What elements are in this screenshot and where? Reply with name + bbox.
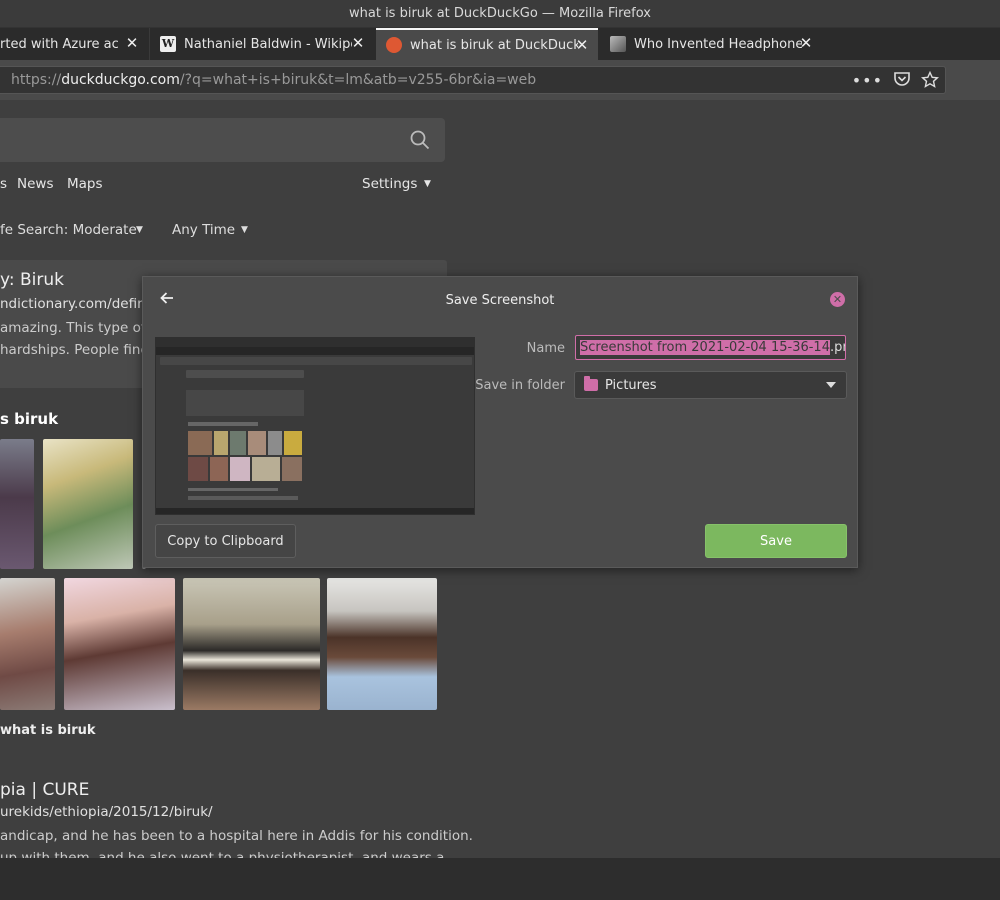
filename-extension: .png xyxy=(829,340,845,355)
url-prefix: https:// xyxy=(11,72,62,88)
star-icon[interactable] xyxy=(920,70,940,93)
taskbar xyxy=(0,858,1000,900)
image-thumbnail[interactable] xyxy=(183,578,320,710)
pictures-folder-icon xyxy=(584,376,598,391)
tab-close-icon[interactable]: ✕ xyxy=(798,35,814,51)
safe-search-filter[interactable]: fe Search: Moderate xyxy=(0,222,137,238)
tab-headphones[interactable]: Who Invented Headphones ✕ xyxy=(600,28,822,60)
dialog-header: Save Screenshot ✕ xyxy=(143,277,857,323)
headphones-site-icon xyxy=(610,36,626,52)
pocket-icon[interactable] xyxy=(893,71,911,93)
result-title[interactable]: pia | CURE xyxy=(0,780,89,800)
tab-label: what is biruk at DuckDuckG xyxy=(410,37,578,53)
folder-select[interactable]: Pictures xyxy=(574,371,847,399)
navigation-bar: https://duckduckgo.com/?q=what+is+biruk&… xyxy=(0,60,1000,100)
folder-select-value: Pictures xyxy=(605,378,657,393)
filename-field[interactable]: Screenshot from 2021-02-04 15-36-14.png xyxy=(575,335,846,360)
more-icon[interactable]: ••• xyxy=(852,71,883,93)
result-title[interactable]: y: Biruk xyxy=(0,270,64,290)
tab-duckduckgo[interactable]: what is biruk at DuckDuckG ✕ xyxy=(376,28,598,60)
tab-bar: rted with Azure acco ✕ W Nathaniel Baldw… xyxy=(0,28,1000,81)
image-thumbnail[interactable] xyxy=(0,578,55,710)
save-button[interactable]: Save xyxy=(705,524,847,558)
tab-azure[interactable]: rted with Azure acco ✕ xyxy=(0,28,148,60)
dialog-title: Save Screenshot xyxy=(445,293,555,308)
save-in-folder-label: Save in folder xyxy=(475,378,565,393)
time-filter[interactable]: Any Time xyxy=(172,222,235,238)
images-heading[interactable]: s biruk xyxy=(0,410,58,428)
save-screenshot-dialog: Save Screenshot ✕ Name Screenshot from 2… xyxy=(142,276,858,568)
url-host: duckduckgo.com xyxy=(61,72,180,88)
chevron-down-icon: ▼ xyxy=(424,179,431,189)
result-snippet: amazing. This type of p xyxy=(0,320,159,336)
result-url[interactable]: urekids/ethiopia/2015/12/biruk/ xyxy=(0,804,213,820)
search-input[interactable] xyxy=(0,118,445,162)
tab-close-icon[interactable]: ✕ xyxy=(124,35,140,51)
more-images-link[interactable]: what is biruk xyxy=(0,723,96,738)
chevron-down-icon xyxy=(826,382,836,388)
nav-item-news[interactable]: News xyxy=(17,176,53,192)
nav-item-settings[interactable]: Settings xyxy=(362,176,417,192)
result-snippet: andicap, and he has been to a hospital h… xyxy=(0,828,473,844)
chevron-down-icon: ▼ xyxy=(136,225,143,235)
duckduckgo-icon xyxy=(386,37,402,53)
url-bar[interactable]: https://duckduckgo.com/?q=what+is+biruk&… xyxy=(0,66,946,94)
tab-wikipedia[interactable]: W Nathaniel Baldwin - Wikipe ✕ xyxy=(149,28,374,60)
close-icon[interactable]: ✕ xyxy=(830,292,845,307)
tab-close-icon[interactable]: ✕ xyxy=(574,37,590,53)
image-thumbnail[interactable] xyxy=(327,578,437,710)
image-thumbnail[interactable] xyxy=(64,578,175,710)
result-snippet: hardships. People finc xyxy=(0,342,148,358)
window-title: what is biruk at DuckDuckGo — Mozilla Fi… xyxy=(0,0,1000,28)
copy-to-clipboard-button[interactable]: Copy to Clipboard xyxy=(155,524,296,558)
tab-label: rted with Azure acco xyxy=(0,36,118,52)
nav-item-maps[interactable]: Maps xyxy=(67,176,103,192)
image-thumbnail[interactable] xyxy=(0,439,34,569)
result-url[interactable]: ndictionary.com/define. xyxy=(0,296,158,312)
image-thumbnail[interactable] xyxy=(43,439,133,569)
tab-close-icon[interactable]: ✕ xyxy=(350,35,366,51)
nav-item-cut[interactable]: s xyxy=(0,176,7,192)
filename-selected-text: Screenshot from 2021-02-04 15-36-14 xyxy=(580,340,830,355)
url-text: https://duckduckgo.com/?q=what+is+biruk&… xyxy=(11,72,536,88)
tab-label: Nathaniel Baldwin - Wikipe xyxy=(184,36,352,52)
chevron-down-icon: ▼ xyxy=(241,225,248,235)
result-snippet: up with them, and he also went to a phys… xyxy=(0,850,445,858)
tab-label: Who Invented Headphones xyxy=(634,36,802,52)
name-label: Name xyxy=(526,341,565,356)
search-icon[interactable] xyxy=(409,129,431,151)
wikipedia-icon: W xyxy=(160,36,176,52)
screenshot-preview xyxy=(155,337,475,515)
url-path: /?q=what+is+biruk&t=lm&atb=v255-6br&ia=w… xyxy=(179,72,537,88)
